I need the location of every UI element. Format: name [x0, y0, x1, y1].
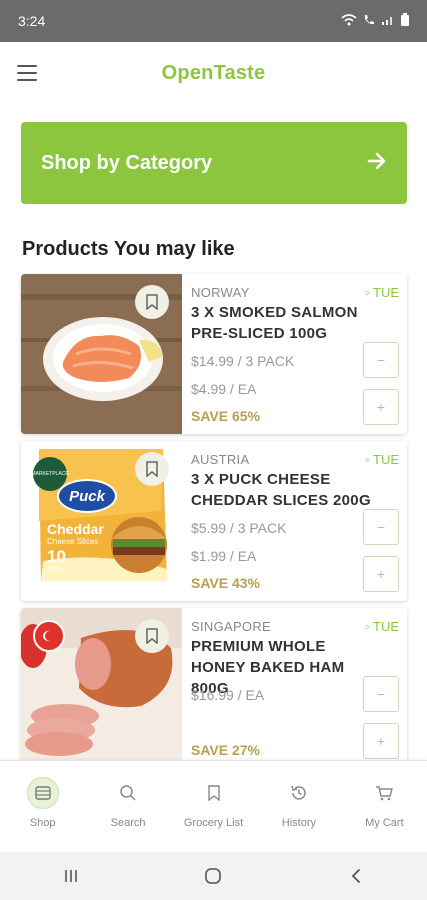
product-name: 3 X SMOKED SALMON PRE-SLICED 100G: [191, 304, 358, 342]
nav-history[interactable]: History: [256, 761, 341, 852]
back-icon: [351, 869, 360, 883]
history-icon: [283, 777, 315, 809]
nav-label: History: [281, 817, 317, 829]
home-icon: [205, 868, 222, 884]
packaging-count-label: SLICES: [48, 567, 66, 573]
back-button[interactable]: [336, 861, 376, 891]
recent-apps-icon: [65, 870, 77, 882]
price-pack: $14.99 / 3 PACK: [191, 353, 295, 369]
nav-label: Shop: [29, 817, 56, 829]
product-info: AUSTRIA ◦ TUE 3 X PUCK CHEESE CHEDDAR SL…: [191, 441, 407, 601]
price-each: $1.99 / EA: [191, 548, 257, 564]
status-icons: [341, 13, 409, 29]
save-percent: SAVE 27%: [191, 742, 260, 758]
delivery-day: ◦ TUE: [365, 619, 399, 634]
product-card[interactable]: MARKETPLACE Puck Cheddar Cheese Slices 1…: [21, 441, 407, 601]
bookmark-icon: [146, 294, 158, 310]
increase-quantity-button[interactable]: +: [363, 556, 399, 592]
product-name: 3 X PUCK CHEESE CHEDDAR SLICES 200G: [191, 471, 371, 509]
nav-label: My Cart: [365, 817, 404, 829]
battery-icon: [401, 13, 409, 29]
call-icon: [363, 13, 375, 29]
delivery-day: ◦ TUE: [365, 452, 399, 467]
decrease-quantity-button[interactable]: −: [363, 342, 399, 378]
shop-icon: [26, 777, 59, 809]
wifi-icon: [341, 13, 357, 29]
section-title: Products You may like: [22, 238, 235, 260]
brand-logo: Puck: [57, 479, 117, 513]
bookmark-icon: [146, 628, 158, 644]
shop-by-category-button[interactable]: Shop by Category: [21, 122, 407, 204]
status-time: 3:24: [18, 13, 46, 29]
bottom-nav: Shop Search Grocery List History My Cart: [0, 760, 427, 852]
nav-label: Grocery List: [183, 817, 244, 829]
nav-grocery-list[interactable]: Grocery List: [171, 761, 256, 852]
status-bar: 3:24: [0, 0, 427, 42]
increase-quantity-button[interactable]: +: [363, 389, 399, 425]
product-card[interactable]: SINGAPORE ◦ TUE PREMIUM WHOLE HONEY BAKE…: [21, 608, 407, 768]
price-each: $4.99 / EA: [191, 381, 257, 397]
product-info: SINGAPORE ◦ TUE PREMIUM WHOLE HONEY BAKE…: [191, 608, 407, 768]
recent-apps-button[interactable]: [51, 861, 91, 891]
bookmark-button[interactable]: [135, 619, 169, 653]
nav-my-cart[interactable]: My Cart: [342, 761, 427, 852]
product-card[interactable]: NORWAY ◦ TUE 3 X SMOKED SALMON PRE-SLICE…: [21, 274, 407, 434]
cart-icon: [368, 777, 400, 809]
signal-icon: [381, 13, 395, 29]
bookmark-icon: [146, 461, 158, 477]
search-icon: [112, 777, 144, 809]
product-country: SINGAPORE: [191, 619, 271, 634]
bookmark-button[interactable]: [135, 285, 169, 319]
nav-shop[interactable]: Shop: [0, 761, 85, 852]
packaging-subtitle: Cheese Slices: [47, 537, 99, 546]
product-info: NORWAY ◦ TUE 3 X SMOKED SALMON PRE-SLICE…: [191, 274, 407, 434]
product-country: NORWAY: [191, 285, 250, 300]
bookmark-button[interactable]: [135, 452, 169, 486]
nav-label: Search: [110, 817, 146, 829]
bookmark-icon: [198, 777, 230, 809]
system-nav-bar: [0, 852, 427, 900]
home-button[interactable]: [193, 861, 233, 891]
increase-quantity-button[interactable]: +: [363, 723, 399, 759]
save-percent: SAVE 43%: [191, 575, 260, 591]
menu-icon[interactable]: [17, 65, 37, 81]
arrow-right-icon: [367, 150, 387, 176]
category-button-label: Shop by Category: [41, 151, 213, 174]
packaging-product: Cheddar: [47, 521, 104, 537]
nav-search[interactable]: Search: [85, 761, 170, 852]
decrease-quantity-button[interactable]: −: [363, 676, 399, 712]
price-each: $16.99 / EA: [191, 687, 265, 703]
app-bar: OpenTaste: [0, 42, 427, 104]
product-country: AUSTRIA: [191, 452, 250, 467]
save-percent: SAVE 65%: [191, 408, 260, 424]
app-title: OpenTaste: [161, 61, 266, 84]
price-pack: $5.99 / 3 PACK: [191, 520, 287, 536]
delivery-day: ◦ TUE: [365, 285, 399, 300]
packaging-count: 10: [47, 547, 66, 566]
singapore-flag-icon: [33, 620, 65, 652]
decrease-quantity-button[interactable]: −: [363, 509, 399, 545]
